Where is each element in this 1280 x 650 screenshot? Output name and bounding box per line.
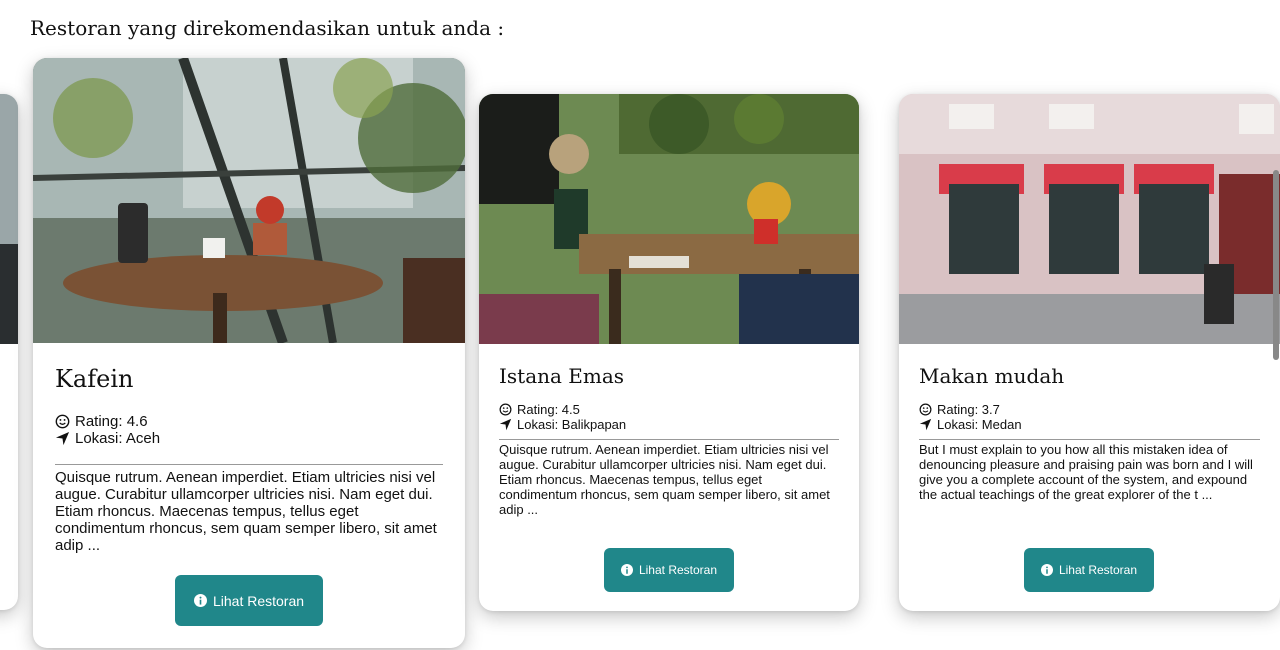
location-arrow-icon	[919, 418, 932, 431]
smile-icon	[55, 414, 70, 429]
view-restaurant-button[interactable]: Lihat Restoran	[175, 575, 323, 626]
vertical-scrollbar[interactable]	[1273, 170, 1279, 360]
rating-text: Rating: 4.5	[517, 402, 580, 417]
view-restaurant-label: Lihat Restoran	[212, 592, 305, 609]
view-restaurant-button[interactable]: Lihat Restoran	[604, 548, 734, 592]
info-circle-icon	[620, 564, 633, 576]
divider	[919, 439, 1260, 440]
view-restaurant-label: Lihat Restoran	[638, 563, 718, 577]
location-text: Lokasi: Medan	[937, 417, 1022, 432]
smile-icon	[499, 403, 512, 416]
location-text: Lokasi: Balikpapan	[517, 417, 627, 432]
location-text: Lokasi: Aceh	[75, 430, 161, 447]
restaurant-photo	[899, 94, 1280, 344]
location-arrow-icon	[499, 418, 512, 431]
section-heading: Restoran yang direkomendasikan untuk and…	[30, 16, 505, 40]
restaurant-description: But I must explain to you how all this m…	[919, 442, 1253, 502]
location-arrow-icon	[55, 431, 70, 446]
restaurant-card-makan-mudah[interactable]: Makan mudah Rating: 3.7 Lokasi: Medan Bu…	[899, 94, 1280, 611]
restaurant-name: Istana Emas	[499, 364, 625, 388]
rating-text: Rating: 3.7	[937, 402, 1000, 417]
location-row: Lokasi: Aceh	[55, 430, 443, 447]
view-restaurant-label: Lihat Restoran	[1058, 563, 1138, 577]
rating-text: Rating: 4.6	[75, 413, 148, 430]
restaurant-card-previous[interactable]	[0, 94, 18, 610]
restaurant-photo	[33, 58, 465, 343]
restaurant-description: Quisque rutrum. Aenean imperdiet. Etiam …	[55, 469, 437, 554]
view-restaurant-button[interactable]: Lihat Restoran	[1024, 548, 1154, 592]
restaurant-name: Makan mudah	[919, 364, 1065, 388]
info-circle-icon	[1040, 564, 1053, 576]
restaurant-photo	[0, 94, 18, 344]
rating-row: Rating: 3.7	[919, 402, 1260, 417]
restaurant-card-istana-emas[interactable]: Istana Emas Rating: 4.5 Lokasi: Balikpap…	[479, 94, 859, 611]
rating-row: Rating: 4.5	[499, 402, 839, 417]
divider	[499, 439, 839, 440]
rating-row: Rating: 4.6	[55, 413, 443, 430]
location-row: Lokasi: Medan	[919, 417, 1260, 432]
location-row: Lokasi: Balikpapan	[499, 417, 839, 432]
restaurant-photo	[479, 94, 859, 344]
restaurant-name: Kafein	[55, 365, 134, 393]
restaurant-card-kafein[interactable]: Kafein Rating: 4.6 Lokasi: Aceh Quisque …	[33, 58, 465, 648]
info-circle-icon	[193, 594, 207, 607]
smile-icon	[919, 403, 932, 416]
restaurant-description: Quisque rutrum. Aenean imperdiet. Etiam …	[499, 442, 830, 517]
divider	[55, 464, 443, 465]
